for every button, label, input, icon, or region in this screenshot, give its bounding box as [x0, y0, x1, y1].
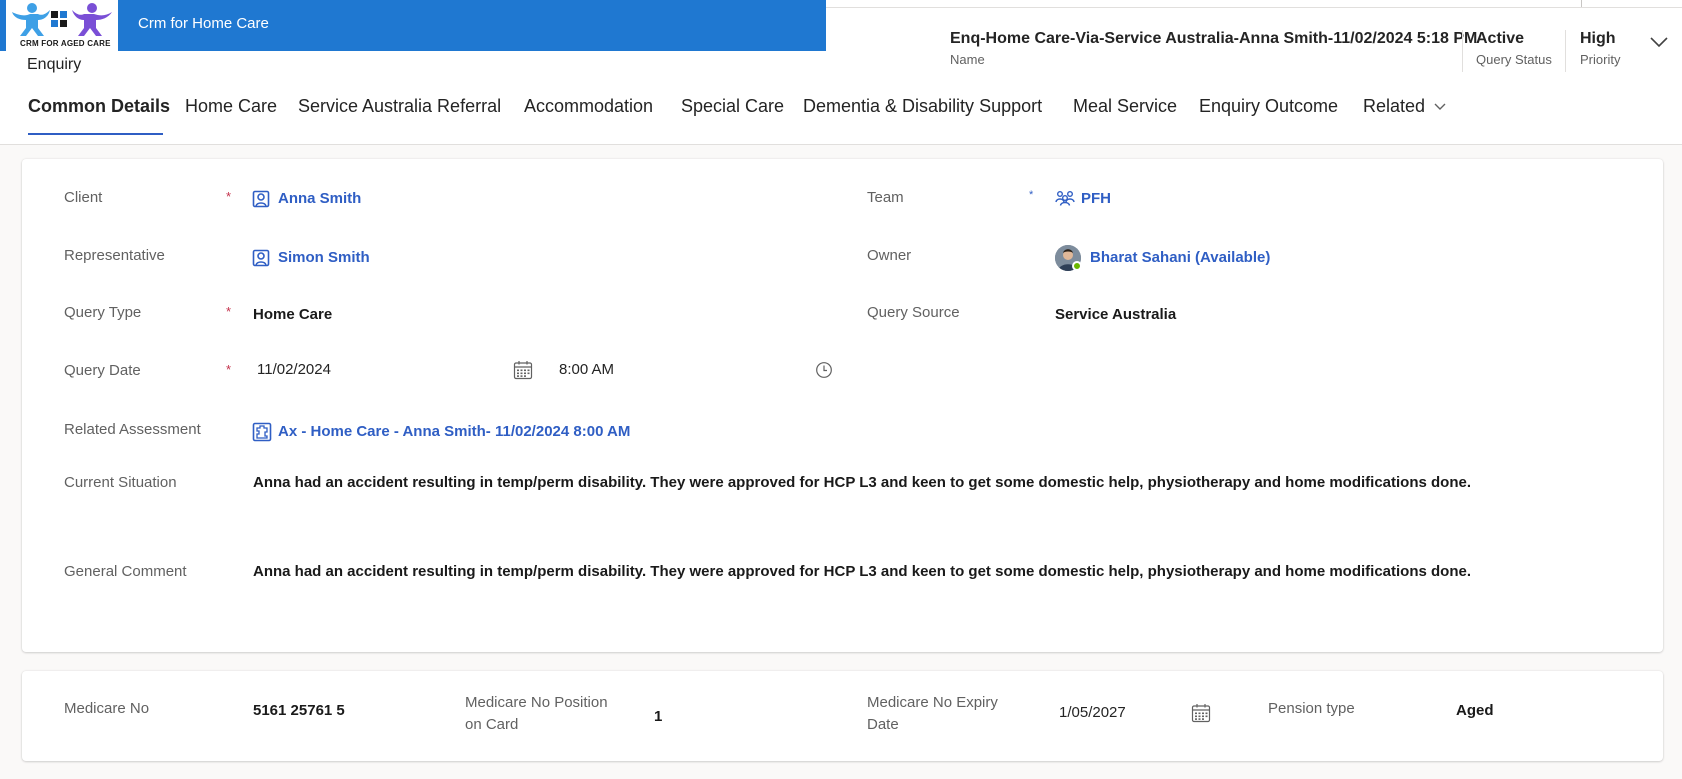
chevron-down-icon — [1434, 103, 1446, 111]
medicare-no-label: Medicare No — [64, 700, 150, 717]
query-date-input[interactable]: 11/02/2024 — [257, 359, 331, 381]
common-details-section: Client * Anna Smith Team * PFH Represent… — [22, 159, 1663, 652]
assessment-icon — [252, 422, 272, 442]
contact-icon — [252, 190, 270, 208]
divider — [1462, 30, 1463, 72]
tab-home-care[interactable]: Home Care — [185, 96, 277, 117]
query-source-field[interactable]: Service Australia — [1055, 304, 1176, 326]
tab-related-label: Related — [1363, 96, 1426, 116]
client-lookup-link[interactable]: Anna Smith — [278, 188, 361, 210]
app-bar: CRM FOR AGED CARE Crm for Home Care — [0, 0, 826, 51]
team-lookup-link[interactable]: PFH — [1081, 188, 1111, 210]
medicare-position-field[interactable]: 1 — [654, 706, 662, 728]
required-indicator: * — [226, 189, 232, 204]
calendar-icon[interactable] — [513, 360, 533, 380]
medicare-position-label-line1: Medicare No Position — [465, 694, 608, 711]
representative-lookup-link[interactable]: Simon Smith — [278, 247, 370, 269]
presence-available-icon — [1072, 261, 1082, 271]
team-label: Team — [867, 189, 904, 206]
related-assessment-label: Related Assessment — [64, 421, 201, 438]
person-icon — [72, 3, 112, 36]
divider — [1565, 30, 1566, 72]
pension-type-field[interactable]: Aged — [1456, 700, 1494, 722]
tab-special-care[interactable]: Special Care — [681, 96, 784, 117]
record-name-label: Name — [950, 52, 985, 67]
medicare-position-label-line2: on Card — [465, 716, 519, 733]
medicare-section: Medicare No 5161 25761 5 Medicare No Pos… — [22, 671, 1663, 761]
header-field-name: Enq-Home Care-Via-Service Australia-Anna… — [950, 30, 1477, 67]
required-indicator: * — [226, 362, 232, 377]
tab-service-australia-referral[interactable]: Service Australia Referral — [298, 96, 501, 117]
owner-lookup-link[interactable]: Bharat Sahani (Available) — [1090, 247, 1270, 269]
calendar-icon[interactable] — [1191, 703, 1211, 723]
query-status-label: Query Status — [1476, 52, 1552, 67]
representative-label: Representative — [64, 247, 165, 264]
pension-type-label: Pension type — [1268, 700, 1355, 717]
record-header: CRM FOR AGED CARE Crm for Home Care Enqu… — [0, 0, 1682, 145]
query-status-value: Active — [1476, 30, 1525, 47]
clock-icon[interactable] — [815, 361, 833, 379]
tab-dementia-disability-support[interactable]: Dementia & Disability Support — [803, 96, 1042, 117]
owner-label: Owner — [867, 247, 912, 264]
grid-icon — [51, 11, 67, 27]
page: CRM FOR AGED CARE Crm for Home Care Enqu… — [0, 0, 1682, 779]
header-field-priority: High Priority — [1580, 30, 1620, 67]
divider — [826, 7, 1682, 8]
query-date-label: Query Date — [64, 362, 141, 379]
current-situation-label: Current Situation — [64, 474, 177, 491]
medicare-expiry-input[interactable]: 1/05/2027 — [1059, 702, 1126, 724]
team-icon — [1055, 191, 1075, 206]
tab-enquiry-outcome[interactable]: Enquiry Outcome — [1199, 96, 1338, 117]
divider — [1581, 0, 1582, 7]
tab-accommodation[interactable]: Accommodation — [524, 96, 653, 117]
tab-common-details[interactable]: Common Details — [28, 96, 170, 117]
medicare-position-label: Medicare No Position on Card — [465, 692, 608, 736]
active-tab-indicator — [28, 133, 163, 135]
tab-meal-service[interactable]: Meal Service — [1073, 96, 1177, 117]
contact-icon — [252, 249, 270, 267]
medicare-no-field[interactable]: 5161 25761 5 — [253, 700, 345, 722]
medicare-expiry-label-line1: Medicare No Expiry — [867, 694, 998, 711]
medicare-expiry-label: Medicare No Expiry Date — [867, 692, 998, 736]
query-type-label: Query Type — [64, 304, 142, 321]
query-source-label: Query Source — [867, 304, 960, 321]
priority-label: Priority — [1580, 52, 1621, 67]
tab-related[interactable]: Related — [1363, 96, 1447, 117]
client-label: Client — [64, 189, 103, 206]
query-type-field[interactable]: Home Care — [253, 304, 332, 326]
record-name: Enq-Home Care-Via-Service Australia-Anna… — [950, 30, 1478, 47]
app-title[interactable]: Crm for Home Care — [138, 15, 269, 32]
current-situation-field[interactable]: Anna had an accident resulting in temp/p… — [253, 472, 1471, 494]
entity-type-label: Enquiry — [27, 56, 82, 73]
medicare-expiry-label-line2: Date — [867, 716, 899, 733]
tab-bar: Common Details Home Care Service Austral… — [0, 96, 1682, 138]
required-indicator: * — [226, 304, 232, 319]
person-icon — [12, 3, 50, 36]
logo-caption: CRM FOR AGED CARE — [20, 39, 111, 48]
priority-value: High — [1580, 30, 1616, 47]
general-comment-label: General Comment — [64, 563, 187, 580]
expand-header-button[interactable] — [1648, 32, 1670, 52]
general-comment-field[interactable]: Anna had an accident resulting in temp/p… — [253, 561, 1471, 583]
recommended-indicator: * — [1029, 189, 1034, 201]
chevron-down-icon — [1650, 37, 1668, 48]
header-field-status: Active Query Status — [1476, 30, 1552, 67]
app-logo: CRM FOR AGED CARE — [6, 0, 118, 51]
query-time-input[interactable]: 8:00 AM — [559, 359, 614, 381]
related-assessment-link[interactable]: Ax - Home Care - Anna Smith- 11/02/2024 … — [278, 421, 630, 443]
